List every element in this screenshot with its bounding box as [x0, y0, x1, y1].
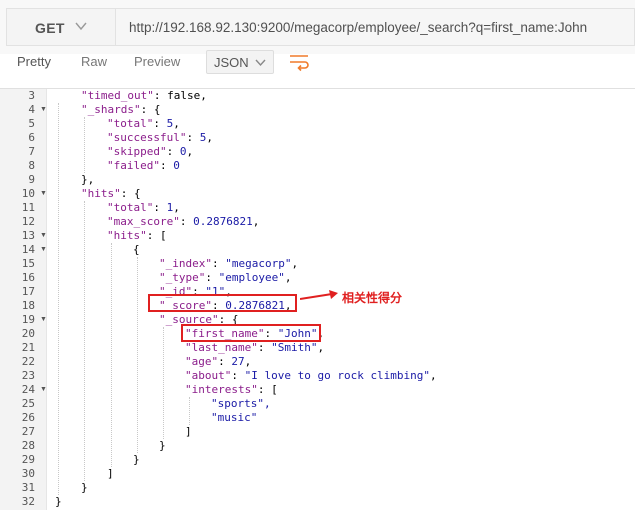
code-line: "max_score": 0.2876821, [107, 215, 260, 228]
line-number: 7 [28, 145, 35, 158]
indent-guide [189, 397, 190, 425]
line-number: 4 [28, 103, 35, 116]
format-select[interactable]: JSON [206, 50, 274, 74]
wrap-lines-icon[interactable] [287, 50, 313, 74]
code-line: "total": 1, [107, 201, 180, 214]
code-line: "total": 5, [107, 117, 180, 130]
line-number: 13 [21, 229, 35, 242]
line-number: 16 [21, 271, 35, 284]
line-number: 32 [21, 495, 35, 508]
line-number: 29 [21, 453, 35, 466]
score-highlight-box [148, 294, 297, 312]
line-number: 6 [28, 131, 35, 144]
method-select[interactable]: GET [6, 8, 115, 46]
code-line: "about": "I love to go rock climbing", [185, 369, 437, 382]
indent-guide [137, 257, 138, 453]
fold-arrow-icon[interactable]: ▼ [40, 187, 47, 201]
code-line: "hits": { [81, 187, 141, 200]
line-number: 14 [21, 243, 35, 256]
code-line: }, [81, 173, 95, 186]
indent-guide [84, 201, 85, 481]
line-number: 3 [28, 89, 35, 102]
code-line: "successful": 5, [107, 131, 213, 144]
indent-guide [163, 327, 164, 439]
line-number: 12 [21, 215, 35, 228]
url-input[interactable]: http://192.168.92.130:9200/megacorp/empl… [115, 8, 635, 46]
line-number: 11 [21, 201, 35, 214]
url-text: http://192.168.92.130:9200/megacorp/empl… [129, 20, 588, 35]
code-line: "failed": 0 [107, 159, 180, 172]
code-line: ] [107, 467, 114, 480]
indent-guide [58, 103, 59, 495]
line-number: 22 [21, 355, 35, 368]
code-line: "age": 27, [185, 355, 252, 368]
code-line: "hits": [ [107, 229, 167, 242]
indent-guide [111, 243, 112, 467]
line-number: 17 [21, 285, 35, 298]
line-number: 24 [21, 383, 35, 396]
code-line: } [81, 481, 88, 494]
line-number-gutter: 3 4 5 6 7 8 9 10 11 12 13 14 15 16 17 18… [0, 89, 47, 510]
tab-raw[interactable]: Raw [81, 54, 107, 69]
request-bar: GET http://192.168.92.130:9200/megacorp/… [0, 0, 635, 54]
code-line: "_index": "megacorp", [159, 257, 299, 270]
line-number: 26 [21, 411, 35, 424]
format-label: JSON [214, 55, 249, 70]
code-line: "sports", [211, 397, 271, 410]
line-number: 10 [21, 187, 35, 200]
chevron-down-icon [75, 22, 87, 31]
fold-arrow-icon[interactable]: ▼ [40, 229, 47, 243]
relevance-score-annotation: 相关性得分 [342, 291, 403, 305]
line-number: 28 [21, 439, 35, 452]
fold-arrow-icon[interactable]: ▼ [40, 313, 47, 327]
line-number: 23 [21, 369, 35, 382]
response-view-tabs: Pretty Raw Preview JSON [0, 50, 635, 88]
method-label: GET [35, 20, 65, 36]
line-number: 19 [21, 313, 35, 326]
code-line: } [159, 439, 166, 452]
line-number: 21 [21, 341, 35, 354]
code-line: "_shards": { [81, 103, 161, 116]
chevron-down-icon [255, 59, 266, 67]
response-body-editor[interactable]: 3 4 5 6 7 8 9 10 11 12 13 14 15 16 17 18… [0, 88, 635, 510]
code-line: "music" [211, 411, 258, 424]
code-line: } [55, 495, 62, 508]
code-line: "interests": [ [185, 383, 278, 396]
line-number: 27 [21, 425, 35, 438]
code-line: "_type": "employee", [159, 271, 292, 284]
indent-guide [84, 117, 85, 173]
line-number: 25 [21, 397, 35, 410]
first-name-highlight-box [181, 324, 321, 342]
code-line: "timed_out": false, [81, 89, 207, 102]
line-number: 5 [28, 117, 35, 130]
fold-arrow-icon[interactable]: ▼ [40, 383, 47, 397]
fold-arrow-icon[interactable]: ▼ [40, 103, 47, 117]
line-number: 8 [28, 159, 35, 172]
line-number: 9 [28, 173, 35, 186]
code-line: "skipped": 0, [107, 145, 194, 158]
code-line: { [133, 243, 140, 256]
line-number: 30 [21, 467, 35, 480]
code-line: } [133, 453, 140, 466]
tab-preview[interactable]: Preview [134, 54, 180, 69]
line-number: 31 [21, 481, 35, 494]
line-number: 20 [21, 327, 35, 340]
code-line: "last_name": "Smith", [185, 341, 325, 354]
code-line: ] [185, 425, 192, 438]
tab-pretty[interactable]: Pretty [17, 54, 51, 69]
fold-arrow-icon[interactable]: ▼ [40, 243, 47, 257]
line-number: 15 [21, 257, 35, 270]
line-number: 18 [21, 299, 35, 312]
red-arrow [300, 290, 338, 300]
